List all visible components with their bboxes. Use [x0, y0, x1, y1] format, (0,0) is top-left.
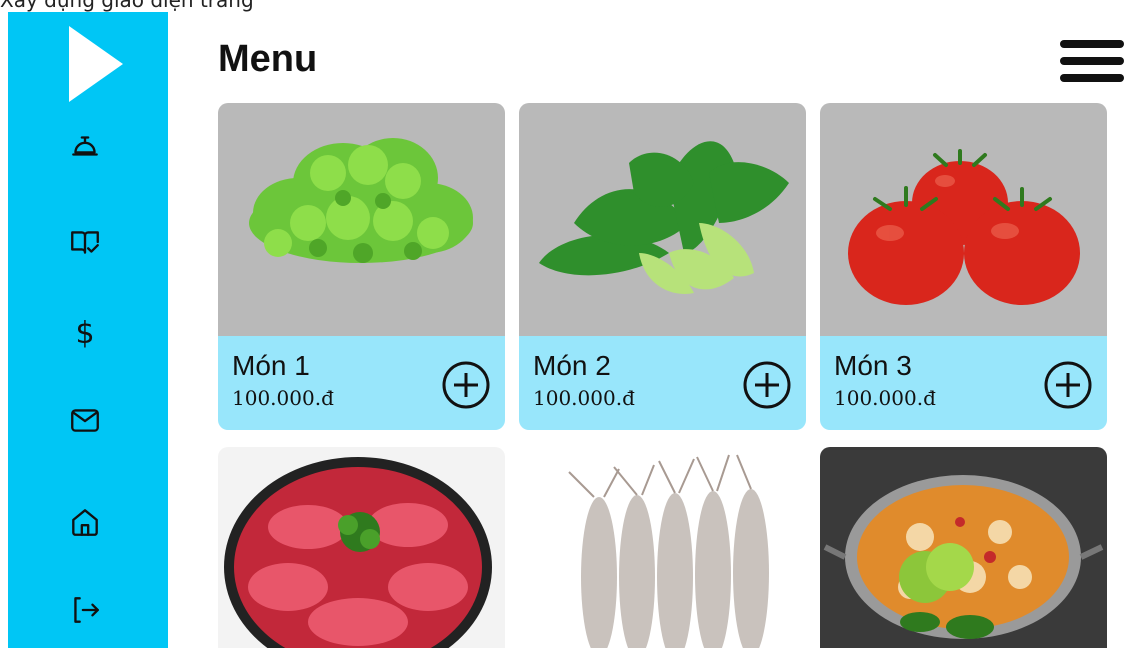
menu-card-3[interactable]: Món 3 100.000.đ [820, 103, 1107, 430]
menu-card-info: Món 1 100.000.đ [218, 336, 505, 430]
dish-name: Món 1 [232, 350, 310, 381]
dollar-label: $ [75, 316, 95, 351]
cropped-header-text: Xây dựng giao diện trang [0, 0, 254, 12]
nav-logout-icon[interactable] [63, 588, 107, 632]
lettuce-image [218, 103, 505, 336]
nav-dollar-icon[interactable]: $ [63, 312, 107, 356]
seafood-hotpot-image [820, 447, 1107, 648]
hamburger-menu-icon[interactable] [1060, 40, 1124, 82]
page-title: Menu [218, 38, 318, 80]
menu-card-5[interactable] [519, 447, 806, 648]
menu-card-info: Món 2 100.000.đ [519, 336, 806, 430]
nav-bell-icon[interactable] [63, 124, 107, 168]
sliced-beef-image [218, 447, 505, 648]
menu-card-info: Món 3 100.000.đ [820, 336, 1107, 430]
menu-card-1[interactable]: Món 1 100.000.đ [218, 103, 505, 430]
dish-price: 100.000.đ [533, 386, 635, 410]
menu-card-2[interactable]: Món 2 100.000.đ [519, 103, 806, 430]
shrimp-image [519, 447, 806, 648]
play-icon[interactable] [69, 26, 123, 102]
add-plus-icon[interactable] [441, 360, 491, 410]
menu-card-4[interactable] [218, 447, 505, 648]
add-plus-icon[interactable] [1043, 360, 1093, 410]
tomatoes-image [820, 103, 1107, 336]
bok-choy-image [519, 103, 806, 336]
nav-home-icon[interactable] [63, 500, 107, 544]
dish-name: Món 3 [834, 350, 912, 381]
sidebar: $ [8, 12, 168, 648]
dish-price: 100.000.đ [232, 386, 334, 410]
dish-price: 100.000.đ [834, 386, 936, 410]
menu-card-6[interactable] [820, 447, 1107, 648]
nav-menu-book-icon[interactable] [63, 220, 107, 264]
nav-mail-icon[interactable] [63, 398, 107, 442]
add-plus-icon[interactable] [742, 360, 792, 410]
dish-name: Món 2 [533, 350, 611, 381]
